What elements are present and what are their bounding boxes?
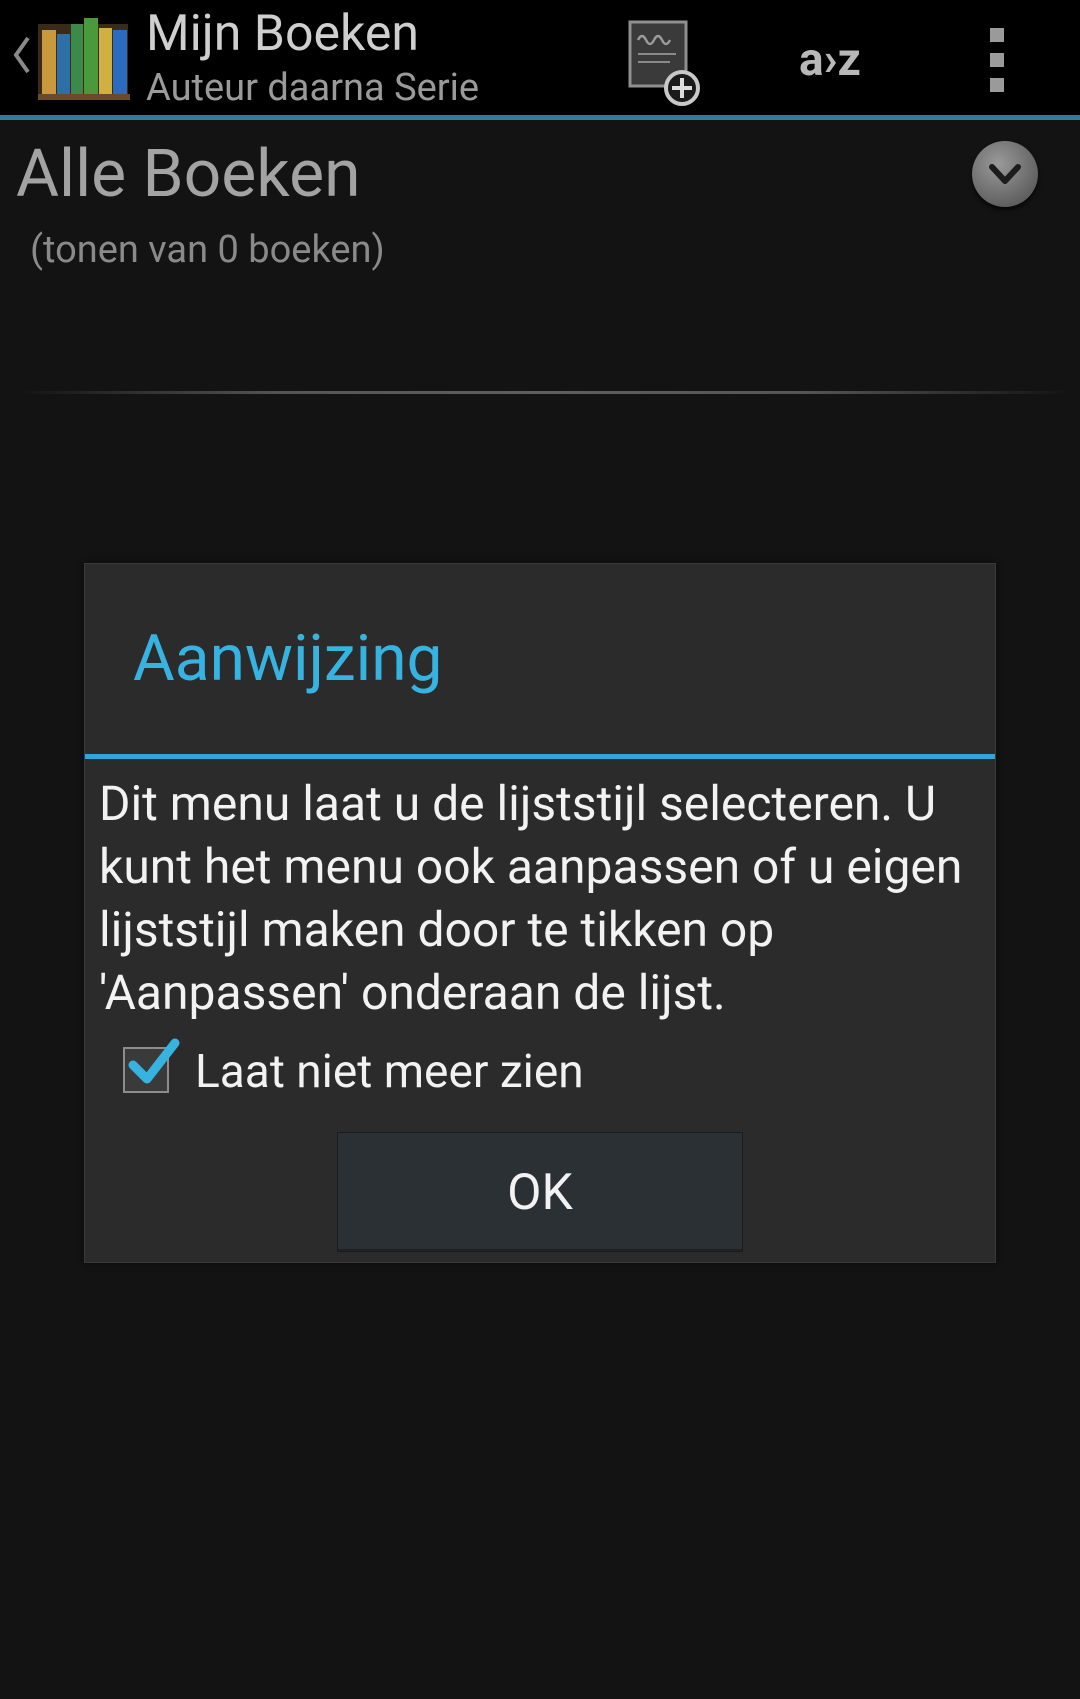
book-count: (tonen van 0 boeken) [30, 228, 385, 272]
chevron-left-icon[interactable] [10, 30, 34, 80]
dont-show-again-label[interactable]: Laat niet meer zien [195, 1042, 584, 1102]
app-title: Mijn Boeken [146, 5, 419, 63]
list-style-title: Alle Boeken [16, 136, 361, 213]
header-divider [20, 391, 1070, 394]
title-block: Mijn Boeken Auteur daarna Serie [146, 2, 479, 110]
list-header: Alle Boeken (tonen van 0 boeken) [0, 125, 1080, 395]
app-subtitle: Auteur daarna Serie [146, 66, 480, 110]
dialog-message: Dit menu laat u de lijststijl selecteren… [99, 775, 963, 1021]
sort-az-button[interactable]: a›z [780, 12, 880, 108]
list-style-dropdown-button[interactable] [972, 141, 1038, 207]
app-screen: Mijn Boeken Auteur daarna Serie a›z Alle… [0, 0, 1080, 1699]
check-icon [128, 1038, 180, 1084]
books-icon[interactable] [38, 10, 130, 100]
action-bar: Mijn Boeken Auteur daarna Serie a›z [0, 0, 1080, 120]
dont-show-again-checkbox[interactable] [123, 1038, 180, 1093]
hint-dialog: Aanwijzing Dit menu laat u de lijststijl… [84, 563, 996, 1263]
add-book-icon[interactable] [620, 12, 704, 108]
chevron-down-icon [989, 164, 1021, 184]
ok-button[interactable]: OK [337, 1132, 743, 1252]
dialog-title: Aanwijzing [133, 621, 443, 696]
more-vert-icon[interactable] [970, 12, 1026, 108]
dialog-title-divider [85, 754, 995, 759]
